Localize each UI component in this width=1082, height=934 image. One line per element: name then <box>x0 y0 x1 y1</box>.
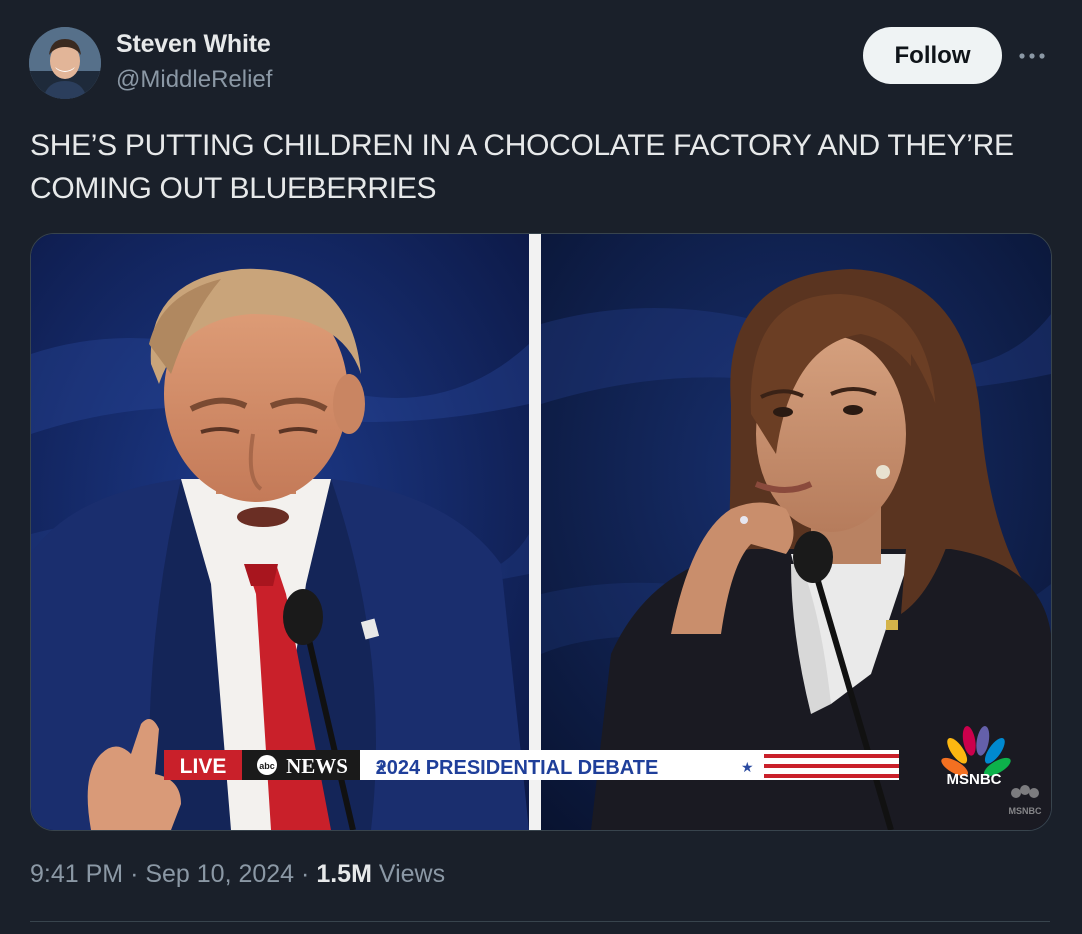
avatar-image <box>29 27 101 99</box>
tweet-meta: 9:41 PM · Sep 10, 2024 · 1.5M Views <box>30 860 445 889</box>
more-options-button[interactable] <box>1016 40 1048 72</box>
banner-live-label: LIVE <box>180 755 227 778</box>
tweet-card: Steven White @MiddleRelief Follow SHE’S … <box>0 0 1082 934</box>
meta-separator: · <box>301 860 310 888</box>
views-label: Views <box>378 860 446 888</box>
debate-still: LIVE abc NEWS ★ 2024 PRESIDENTIAL DEBATE… <box>31 234 1051 830</box>
divider <box>30 921 1050 922</box>
banner-network-label: NEWS <box>286 754 348 778</box>
author-display-name[interactable]: Steven White <box>116 30 271 59</box>
follow-button[interactable]: Follow <box>863 27 1002 84</box>
tweet-time[interactable]: 9:41 PM <box>30 860 123 888</box>
banner-event-label: 2024 PRESIDENTIAL DEBATE <box>376 757 659 779</box>
msnbc-small-watermark-label: MSNBC <box>1009 806 1042 816</box>
author-handle[interactable]: @MiddleRelief <box>116 66 272 94</box>
tweet-media-image[interactable]: LIVE abc NEWS ★ 2024 PRESIDENTIAL DEBATE… <box>30 233 1052 831</box>
tweet-text: SHE’S PUTTING CHILDREN IN A CHOCOLATE FA… <box>30 129 1014 205</box>
banner-star-right-icon: ★ <box>741 759 754 775</box>
msnbc-watermark-label: MSNBC <box>947 771 1002 788</box>
tweet-date[interactable]: Sep 10, 2024 <box>145 860 294 888</box>
more-dots-icon <box>1019 53 1045 59</box>
avatar[interactable] <box>29 27 101 99</box>
views-count: 1.5M <box>316 860 372 888</box>
abc-logo-icon: abc <box>259 761 275 771</box>
meta-separator: · <box>130 860 139 888</box>
